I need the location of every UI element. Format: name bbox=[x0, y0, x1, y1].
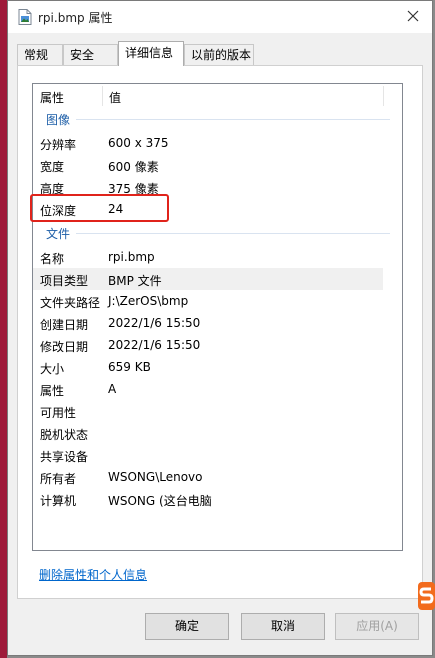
group-image: 图像 bbox=[33, 111, 402, 129]
property-value: A bbox=[108, 382, 117, 396]
property-value: 600 像素 bbox=[108, 160, 159, 174]
property-name: 可用性 bbox=[40, 406, 77, 420]
property-value: 2022/1/6 15:50 bbox=[108, 316, 201, 330]
list-item[interactable]: 高度 375 像素 bbox=[33, 176, 383, 198]
list-item[interactable]: 大小 659 KB bbox=[33, 356, 383, 378]
tab-security[interactable]: 安全 bbox=[63, 44, 118, 65]
tab-previous-versions[interactable]: 以前的版本 bbox=[184, 44, 254, 65]
list-header: 属性 值 bbox=[33, 84, 402, 108]
property-value: 24 bbox=[108, 202, 124, 216]
list-item[interactable]: 所有者 WSONG\Lenovo bbox=[33, 466, 383, 488]
list-item[interactable]: 计算机 WSONG (这台电脑 bbox=[33, 488, 383, 510]
property-value: WSONG\Lenovo bbox=[108, 470, 203, 484]
property-value: 375 像素 bbox=[108, 182, 159, 196]
list-item[interactable]: 位深度 24 bbox=[33, 198, 383, 220]
column-divider[interactable] bbox=[383, 86, 384, 106]
details-list[interactable]: 属性 值 图像 分辨率 600 x 375 宽度 600 像素 高度 375 像… bbox=[32, 83, 403, 551]
list-item[interactable]: 可用性 bbox=[33, 400, 383, 422]
property-value: WSONG (这台电脑 bbox=[108, 494, 212, 508]
tab-general[interactable]: 常规 bbox=[17, 44, 63, 65]
group-divider bbox=[73, 233, 390, 234]
remove-properties-link[interactable]: 删除属性和个人信息 bbox=[39, 566, 147, 583]
property-name: 名称 bbox=[40, 252, 65, 266]
file-icon bbox=[18, 9, 32, 25]
property-name: 共享设备 bbox=[40, 450, 89, 464]
details-page: 属性 值 图像 分辨率 600 x 375 宽度 600 像素 高度 375 像… bbox=[17, 65, 423, 599]
property-value: 2022/1/6 15:50 bbox=[108, 338, 201, 352]
column-divider[interactable] bbox=[102, 86, 103, 106]
column-header-value[interactable]: 值 bbox=[109, 89, 121, 106]
property-value: 659 KB bbox=[108, 360, 151, 374]
list-item[interactable]: 分辨率 600 x 375 bbox=[33, 132, 383, 154]
property-name: 大小 bbox=[40, 362, 65, 376]
property-value: rpi.bmp bbox=[108, 250, 155, 264]
list-item[interactable]: 文件夹路径 J:\ZerOS\bmp bbox=[33, 290, 383, 312]
group-file: 文件 bbox=[33, 225, 402, 243]
property-name: 高度 bbox=[40, 182, 65, 196]
list-item[interactable]: 修改日期 2022/1/6 15:50 bbox=[33, 334, 383, 356]
property-name: 项目类型 bbox=[40, 274, 89, 288]
property-name: 所有者 bbox=[40, 472, 77, 486]
group-divider bbox=[73, 119, 390, 120]
cancel-button[interactable]: 取消 bbox=[241, 613, 325, 640]
list-item[interactable]: 共享设备 bbox=[33, 444, 383, 466]
tab-details[interactable]: 详细信息 bbox=[118, 41, 184, 66]
property-name: 计算机 bbox=[40, 494, 77, 508]
ok-button[interactable]: 确定 bbox=[145, 613, 229, 640]
property-value: BMP 文件 bbox=[108, 274, 162, 288]
logo-icon bbox=[418, 582, 435, 610]
property-name: 位深度 bbox=[40, 204, 77, 218]
properties-dialog: rpi.bmp 属性 常规 安全 详细信息 以前的版本 属性 值 图像 分辨率 … bbox=[7, 0, 433, 656]
list-item[interactable]: 脱机状态 bbox=[33, 422, 383, 444]
list-item[interactable]: 名称 rpi.bmp bbox=[33, 246, 383, 268]
list-item[interactable]: 创建日期 2022/1/6 15:50 bbox=[33, 312, 383, 334]
property-value: J:\ZerOS\bmp bbox=[108, 294, 189, 308]
background-window-edge bbox=[0, 0, 7, 658]
property-name: 属性 bbox=[40, 384, 65, 398]
property-name: 文件夹路径 bbox=[40, 296, 101, 310]
list-item[interactable]: 宽度 600 像素 bbox=[33, 154, 383, 176]
list-item[interactable]: 项目类型 BMP 文件 bbox=[33, 268, 383, 290]
apply-button[interactable]: 应用(A) bbox=[335, 613, 419, 640]
property-name: 分辨率 bbox=[40, 138, 77, 152]
column-header-property[interactable]: 属性 bbox=[40, 89, 64, 106]
property-name: 脱机状态 bbox=[40, 428, 89, 442]
property-name: 创建日期 bbox=[40, 318, 89, 332]
window-title: rpi.bmp 属性 bbox=[38, 11, 113, 25]
title-bar[interactable]: rpi.bmp 属性 bbox=[8, 1, 432, 33]
group-label: 文件 bbox=[46, 225, 77, 242]
property-value: 600 x 375 bbox=[108, 136, 169, 150]
list-item[interactable]: 属性 A bbox=[33, 378, 383, 400]
property-name: 修改日期 bbox=[40, 340, 89, 354]
close-button[interactable] bbox=[400, 6, 426, 28]
property-name: 宽度 bbox=[40, 160, 65, 174]
close-icon bbox=[407, 10, 419, 25]
group-label: 图像 bbox=[46, 111, 77, 128]
